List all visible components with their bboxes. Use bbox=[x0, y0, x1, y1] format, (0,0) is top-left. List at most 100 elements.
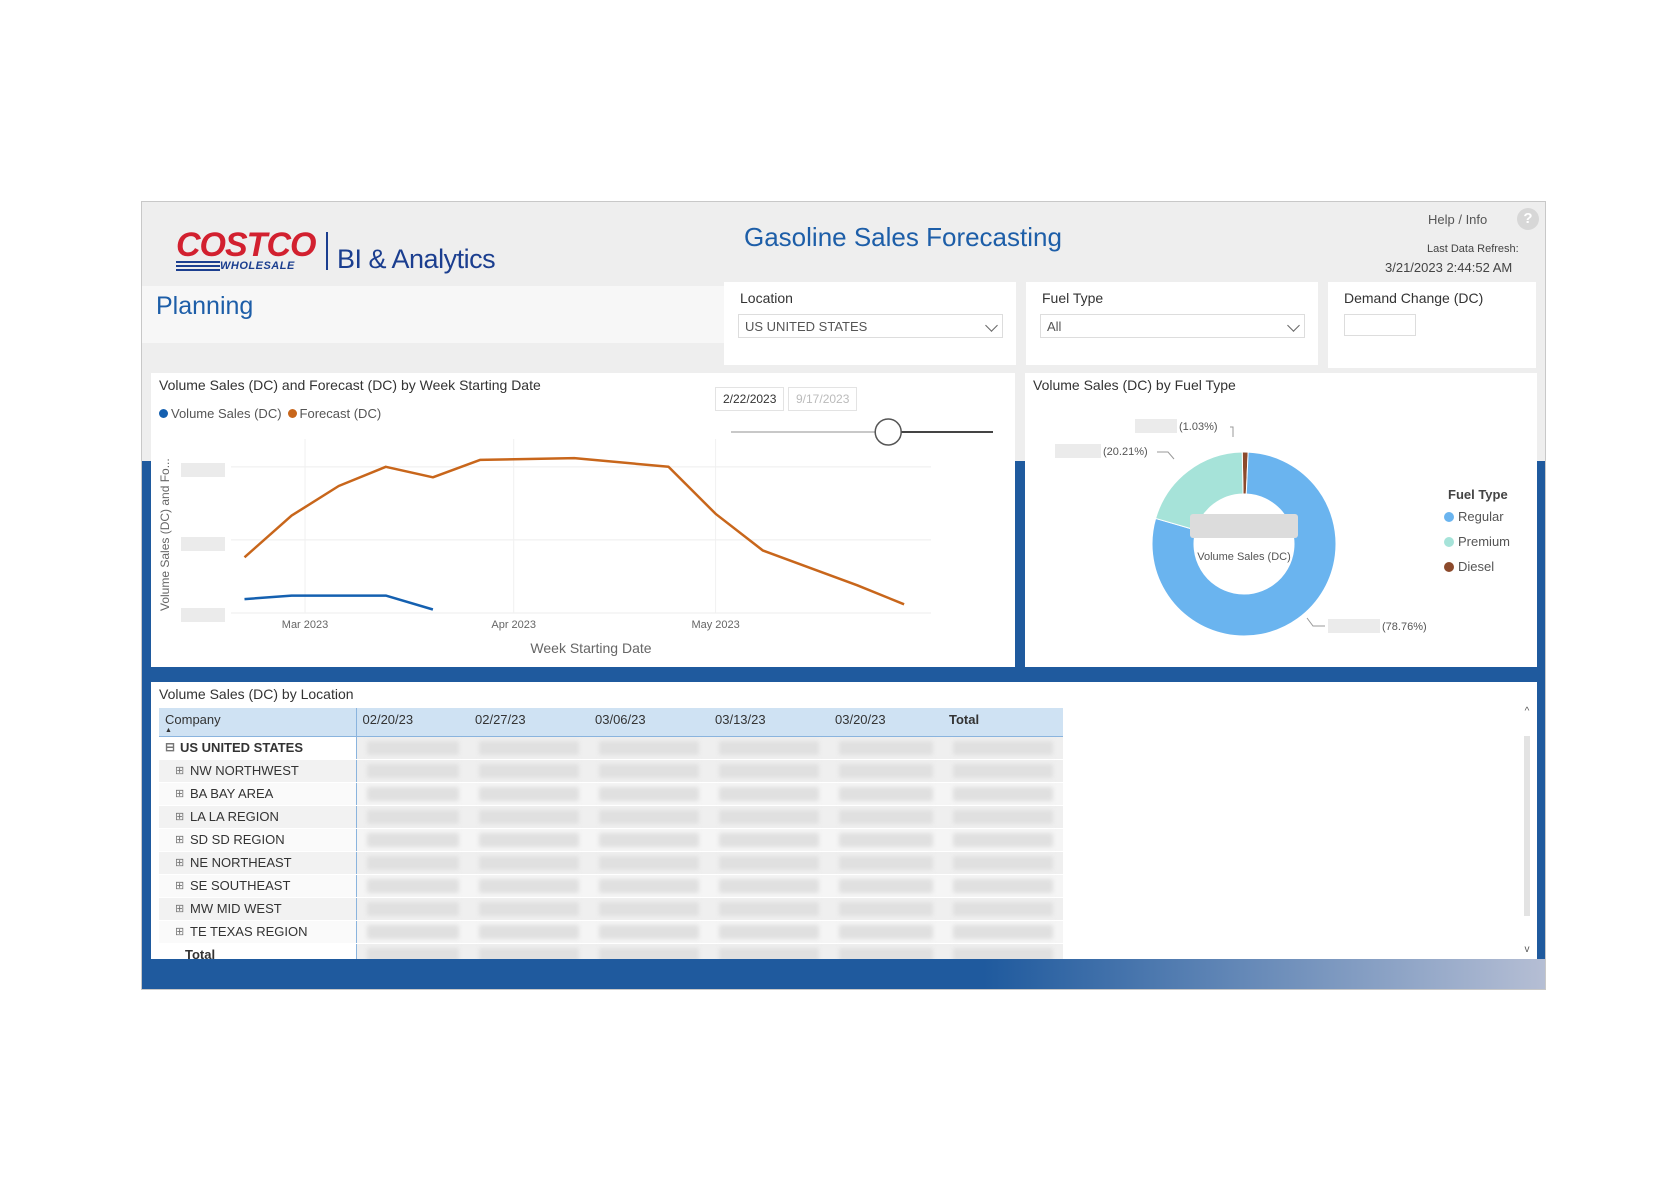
table-cell bbox=[943, 874, 1063, 898]
series-line-volume bbox=[244, 594, 434, 611]
total-row-label: Total bbox=[159, 943, 357, 967]
table-cell bbox=[356, 828, 469, 852]
table-cell bbox=[709, 736, 829, 760]
table-cell bbox=[589, 897, 709, 921]
scroll-down-icon[interactable]: v bbox=[1523, 944, 1531, 955]
label-value-blur bbox=[1135, 419, 1177, 433]
expand-icon[interactable]: ⊞ bbox=[175, 766, 184, 777]
column-header-date[interactable]: 03/20/23 bbox=[829, 708, 943, 737]
row-label: NW NORTHWEST bbox=[190, 763, 299, 778]
page-title: Planning bbox=[156, 292, 254, 320]
table-cell bbox=[356, 874, 469, 898]
expand-icon[interactable]: ⊞ bbox=[175, 789, 184, 800]
table-cell bbox=[469, 782, 589, 806]
table-cell bbox=[589, 943, 709, 967]
fuel-type-dropdown[interactable]: All bbox=[1040, 314, 1305, 338]
scroll-thumb[interactable] bbox=[1524, 736, 1530, 916]
x-axis-label: Week Starting Date bbox=[530, 640, 651, 656]
location-matrix: Company ▲ 02/20/23 02/27/23 03/06/23 03/… bbox=[159, 708, 1063, 967]
logo-separator bbox=[326, 232, 328, 270]
help-link[interactable]: Help / Info bbox=[1428, 212, 1487, 227]
legend-item-premium[interactable]: Premium bbox=[1458, 534, 1510, 549]
data-label-premium: (20.21%) bbox=[1103, 446, 1148, 458]
table-cell bbox=[943, 782, 1063, 806]
table-cell bbox=[829, 828, 943, 852]
chevron-down-icon bbox=[985, 319, 998, 332]
table-cell bbox=[829, 805, 943, 829]
table-cell bbox=[829, 874, 943, 898]
table-cell bbox=[356, 920, 469, 944]
demand-change-input[interactable] bbox=[1344, 314, 1416, 336]
legend-dot bbox=[1444, 537, 1454, 547]
table-cell bbox=[469, 736, 589, 760]
y-tick-blur bbox=[181, 537, 225, 551]
refresh-label: Last Data Refresh: bbox=[1427, 243, 1519, 255]
legend-item-diesel[interactable]: Diesel bbox=[1458, 559, 1494, 574]
column-header-total[interactable]: Total bbox=[943, 708, 1063, 737]
table-cell bbox=[943, 805, 1063, 829]
matrix-card: Volume Sales (DC) by Location Company ▲ … bbox=[151, 682, 1537, 971]
table-cell bbox=[356, 943, 469, 967]
row-header: ⊞ NW NORTHWEST bbox=[159, 759, 357, 783]
column-header-date[interactable]: 02/20/23 bbox=[356, 708, 469, 737]
table-cell bbox=[589, 874, 709, 898]
legend-item-regular[interactable]: Regular bbox=[1458, 509, 1504, 524]
row-header: ⊞ SD SD REGION bbox=[159, 828, 357, 852]
table-cell bbox=[943, 828, 1063, 852]
table-cell bbox=[943, 759, 1063, 783]
column-header-company[interactable]: Company ▲ bbox=[159, 708, 357, 737]
expand-icon[interactable]: ⊞ bbox=[175, 927, 184, 938]
table-cell bbox=[469, 828, 589, 852]
fuel-type-label: Fuel Type bbox=[1042, 290, 1104, 306]
sort-asc-icon[interactable]: ▲ bbox=[165, 727, 350, 734]
table-row: ⊞ LA LA REGION bbox=[159, 805, 1063, 829]
row-label: TE TEXAS REGION bbox=[190, 924, 308, 939]
label-leader bbox=[1157, 451, 1175, 460]
expand-icon[interactable]: ⊞ bbox=[175, 812, 184, 823]
location-dropdown[interactable]: US UNITED STATES bbox=[738, 314, 1003, 338]
help-icon[interactable]: ? bbox=[1517, 208, 1539, 230]
date-slider-handle[interactable] bbox=[874, 418, 902, 446]
data-label-diesel: (1.03%) bbox=[1179, 421, 1218, 433]
label-leader bbox=[1306, 617, 1325, 627]
row-header: ⊞ SE SOUTHEAST bbox=[159, 874, 357, 898]
matrix-scrollbar[interactable]: ^ v bbox=[1523, 706, 1531, 961]
row-header: ⊞ BA BAY AREA bbox=[159, 782, 357, 806]
fuel-type-slicer: Fuel Type All bbox=[1026, 282, 1318, 365]
column-label: Company bbox=[165, 712, 221, 727]
fuel-type-value: All bbox=[1047, 319, 1062, 334]
column-header-date[interactable]: 03/06/23 bbox=[589, 708, 709, 737]
label-leader bbox=[1230, 426, 1234, 437]
legend-dot bbox=[1444, 562, 1454, 572]
expand-icon[interactable]: ⊞ bbox=[175, 904, 184, 915]
product-name: BI & Analytics bbox=[337, 244, 496, 274]
donut-center-label: Volume Sales (DC) bbox=[1197, 551, 1291, 563]
expand-icon[interactable]: ⊞ bbox=[175, 881, 184, 892]
table-cell bbox=[589, 805, 709, 829]
table-cell bbox=[829, 736, 943, 760]
row-label: SE SOUTHEAST bbox=[190, 878, 291, 893]
line-chart-card: Volume Sales (DC) and Forecast (DC) by W… bbox=[151, 373, 1015, 667]
label-value-blur bbox=[1055, 444, 1101, 458]
table-cell bbox=[709, 920, 829, 944]
logo-subtext: WHOLESALE bbox=[220, 260, 295, 272]
row-label: LA LA REGION bbox=[190, 809, 279, 824]
table-row: ⊞ NW NORTHWEST bbox=[159, 759, 1063, 783]
row-header: ⊞ LA LA REGION bbox=[159, 805, 357, 829]
table-cell bbox=[469, 874, 589, 898]
row-header: ⊟ US UNITED STATES bbox=[159, 736, 357, 760]
expand-icon[interactable]: ⊞ bbox=[175, 835, 184, 846]
y-axis-label: Volume Sales (DC) and Fo... bbox=[158, 458, 172, 611]
dashboard-frame: COSTCO WHOLESALE BI & Analytics Gasoline… bbox=[141, 201, 1546, 990]
column-header-date[interactable]: 03/13/23 bbox=[709, 708, 829, 737]
column-header-date[interactable]: 02/27/23 bbox=[469, 708, 589, 737]
table-cell bbox=[469, 759, 589, 783]
location-value: US UNITED STATES bbox=[745, 319, 868, 334]
table-row: ⊞ NE NORTHEAST bbox=[159, 851, 1063, 875]
expand-icon[interactable]: ⊞ bbox=[175, 858, 184, 869]
table-cell bbox=[589, 782, 709, 806]
scroll-up-icon[interactable]: ^ bbox=[1523, 706, 1531, 717]
table-cell bbox=[829, 782, 943, 806]
collapse-icon[interactable]: ⊟ bbox=[165, 741, 175, 753]
table-cell bbox=[709, 805, 829, 829]
